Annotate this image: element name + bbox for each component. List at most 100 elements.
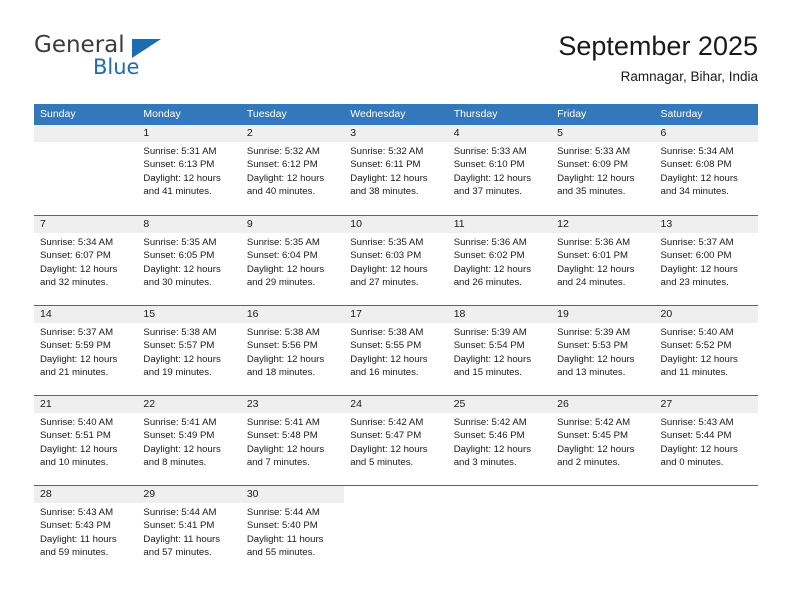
day-number: 4 — [447, 125, 552, 142]
day-cell-28[interactable]: 28 Sunrise: 5:43 AM Sunset: 5:43 PM Dayligh… — [34, 486, 138, 575]
day-cell-24[interactable]: 24 Sunrise: 5:42 AM Sunset: 5:47 PM Dayligh… — [344, 396, 448, 485]
page-header: General Blue September 2025 Ramnagar, Bi… — [34, 30, 758, 92]
day-cell-8[interactable]: 8 Sunrise: 5:35 AM Sunset: 6:05 PM Daylight… — [137, 216, 241, 305]
day-info-line: Daylight: 11 hours — [143, 533, 221, 545]
day-info-line: Sunrise: 5:41 AM — [246, 417, 320, 428]
day-info-line: Sunrise: 5:36 AM — [453, 237, 527, 248]
day-cell-3[interactable]: 3 Sunrise: 5:32 AM Sunset: 6:11 PM Daylight… — [344, 125, 448, 215]
day-info-line: Daylight: 12 hours — [350, 172, 428, 184]
day-info-line: and 57 minutes. — [143, 547, 212, 559]
day-info-line: Sunrise: 5:32 AM — [350, 146, 424, 157]
day-sun-info: Sunrise: 5:35 AM Sunset: 6:04 PM Daylight:… — [241, 233, 344, 290]
day-cell-21[interactable]: 21 Sunrise: 5:40 AM Sunset: 5:51 PM Dayligh… — [34, 396, 138, 485]
day-cell-1[interactable]: 1 Sunrise: 5:31 AM Sunset: 6:13 PM Daylight… — [137, 125, 241, 215]
day-info-line: and 13 minutes. — [557, 367, 626, 379]
day-info-line: Sunrise: 5:42 AM — [453, 417, 527, 428]
day-cell-30[interactable]: 30 Sunrise: 5:44 AM Sunset: 5:40 PM Dayligh… — [240, 486, 345, 575]
day-info-line: Sunset: 6:13 PM — [143, 159, 215, 171]
weekday-header-thursday: Thursday — [453, 108, 498, 120]
day-cell-27[interactable]: 27 Sunrise: 5:43 AM Sunset: 5:44 PM Dayligh… — [654, 396, 758, 485]
day-cell-20[interactable]: 20 Sunrise: 5:40 AM Sunset: 5:52 PM Dayligh… — [654, 306, 758, 395]
day-sun-info: Sunrise: 5:41 AM Sunset: 5:49 PM Daylight:… — [137, 413, 240, 470]
day-info-line: and 35 minutes. — [557, 186, 626, 198]
day-cell-22[interactable]: 22 Sunrise: 5:41 AM Sunset: 5:49 PM Dayligh… — [137, 396, 241, 485]
day-number: 14 — [34, 306, 138, 323]
day-cell-9[interactable]: 9 Sunrise: 5:35 AM Sunset: 6:04 PM Daylight… — [240, 216, 345, 305]
day-cell-17[interactable]: 17 Sunrise: 5:38 AM Sunset: 5:55 PM Dayligh… — [344, 306, 448, 395]
day-info-line: Sunrise: 5:35 AM — [246, 237, 320, 248]
day-sun-info: Sunrise: 5:36 AM Sunset: 6:01 PM Daylight:… — [551, 233, 654, 290]
day-cell-11[interactable]: 11 Sunrise: 5:36 AM Sunset: 6:02 PM Dayligh… — [447, 216, 552, 305]
day-info-line: and 19 minutes. — [143, 367, 212, 379]
day-info-line: Sunrise: 5:37 AM — [660, 237, 734, 248]
day-info-line: Sunrise: 5:40 AM — [660, 327, 734, 338]
day-number: 7 — [34, 216, 138, 233]
day-info-line: Sunset: 5:54 PM — [453, 340, 525, 352]
day-info-line: Sunset: 6:11 PM — [350, 159, 421, 171]
day-cell-14[interactable]: 14 Sunrise: 5:37 AM Sunset: 5:59 PM Dayligh… — [34, 306, 138, 395]
day-sun-info: Sunrise: 5:42 AM Sunset: 5:45 PM Daylight:… — [551, 413, 654, 470]
day-cell-7[interactable]: 7 Sunrise: 5:34 AM Sunset: 6:07 PM Daylight… — [34, 216, 138, 305]
day-number: 2 — [240, 125, 345, 142]
day-info-line: Daylight: 12 hours — [143, 353, 221, 365]
day-info-line: Daylight: 12 hours — [246, 172, 325, 184]
day-cell-6[interactable]: 6 Sunrise: 5:34 AM Sunset: 6:08 PM Daylight… — [654, 125, 758, 215]
day-info-line: Sunset: 5:44 PM — [660, 430, 732, 442]
calendar-week-row: 14 Sunrise: 5:37 AM Sunset: 5:59 PM Dayligh… — [34, 305, 758, 395]
day-info-line: Sunset: 5:46 PM — [453, 430, 525, 442]
day-cell-25[interactable]: 25 Sunrise: 5:42 AM Sunset: 5:46 PM Dayligh… — [447, 396, 552, 485]
day-number: 6 — [654, 125, 758, 142]
day-number: 11 — [447, 216, 552, 233]
day-number: 8 — [137, 216, 241, 233]
day-sun-info: Sunrise: 5:40 AM Sunset: 5:52 PM Daylight:… — [655, 323, 758, 380]
day-cell-4[interactable]: 4 Sunrise: 5:33 AM Sunset: 6:10 PM Daylight… — [447, 125, 552, 215]
day-number: 21 — [34, 396, 138, 413]
day-cell-23[interactable]: 23 Sunrise: 5:41 AM Sunset: 5:48 PM Dayligh… — [240, 396, 345, 485]
day-info-line: and 34 minutes. — [660, 186, 729, 198]
day-info-line: and 0 minutes. — [660, 457, 724, 469]
day-cell-16[interactable]: 16 Sunrise: 5:38 AM Sunset: 5:56 PM Dayligh… — [240, 306, 345, 395]
day-cell-empty — [654, 486, 758, 575]
day-cell-19[interactable]: 19 Sunrise: 5:39 AM Sunset: 5:53 PM Dayligh… — [551, 306, 655, 395]
day-info-line: Sunrise: 5:38 AM — [246, 327, 320, 338]
day-info-line: Sunset: 6:04 PM — [246, 250, 318, 262]
day-info-line: Sunrise: 5:41 AM — [143, 417, 217, 428]
brand-logo[interactable]: General Blue — [34, 30, 234, 86]
day-info-line: Sunrise: 5:37 AM — [40, 327, 114, 338]
weekday-header-wednesday: Wednesday — [350, 108, 406, 120]
day-cell-2[interactable]: 2 Sunrise: 5:32 AM Sunset: 6:12 PM Daylight… — [240, 125, 345, 215]
day-info-line: Daylight: 12 hours — [557, 263, 635, 275]
day-sun-info: Sunrise: 5:39 AM Sunset: 5:54 PM Daylight:… — [448, 323, 551, 380]
day-cell-12[interactable]: 12 Sunrise: 5:36 AM Sunset: 6:01 PM Dayligh… — [551, 216, 655, 305]
day-number — [447, 486, 552, 503]
day-cell-13[interactable]: 13 Sunrise: 5:37 AM Sunset: 6:00 PM Dayligh… — [654, 216, 758, 305]
day-cell-18[interactable]: 18 Sunrise: 5:39 AM Sunset: 5:54 PM Dayligh… — [447, 306, 552, 395]
day-info-line: and 38 minutes. — [350, 186, 419, 198]
day-info-line: Daylight: 12 hours — [660, 172, 738, 184]
day-info-line: and 27 minutes. — [350, 277, 419, 289]
day-info-line: and 24 minutes. — [557, 277, 626, 289]
day-info-line: Sunset: 6:03 PM — [350, 250, 422, 262]
day-info-line: and 23 minutes. — [660, 277, 729, 289]
weekday-header-tuesday: Tuesday — [246, 108, 287, 120]
day-info-line: Sunset: 5:41 PM — [143, 520, 215, 532]
day-number: 13 — [654, 216, 758, 233]
day-cell-empty — [551, 486, 655, 575]
day-info-line: Sunset: 6:10 PM — [453, 159, 525, 171]
brand-name-bottom: Blue — [93, 55, 140, 79]
day-cell-empty — [344, 486, 448, 575]
day-info-line: Sunset: 5:47 PM — [350, 430, 422, 442]
day-info-line: Sunset: 5:53 PM — [557, 340, 629, 352]
day-cell-29[interactable]: 29 Sunrise: 5:44 AM Sunset: 5:41 PM Dayligh… — [137, 486, 241, 575]
day-number: 20 — [654, 306, 758, 323]
weekday-header-friday: Friday — [557, 108, 587, 120]
day-cell-10[interactable]: 10 Sunrise: 5:35 AM Sunset: 6:03 PM Dayligh… — [344, 216, 448, 305]
day-cell-26[interactable]: 26 Sunrise: 5:42 AM Sunset: 5:45 PM Dayligh… — [551, 396, 655, 485]
day-info-line: Sunrise: 5:38 AM — [350, 327, 424, 338]
day-cell-15[interactable]: 15 Sunrise: 5:38 AM Sunset: 5:57 PM Dayligh… — [137, 306, 241, 395]
day-info-line: Sunrise: 5:39 AM — [557, 327, 631, 338]
day-number: 17 — [344, 306, 448, 323]
day-info-line: Sunrise: 5:38 AM — [143, 327, 217, 338]
calendar-grid: Sunday Monday Tuesday Wednesday Thursday Frid… — [34, 104, 758, 575]
day-cell-5[interactable]: 5 Sunrise: 5:33 AM Sunset: 6:09 PM Daylight… — [551, 125, 655, 215]
